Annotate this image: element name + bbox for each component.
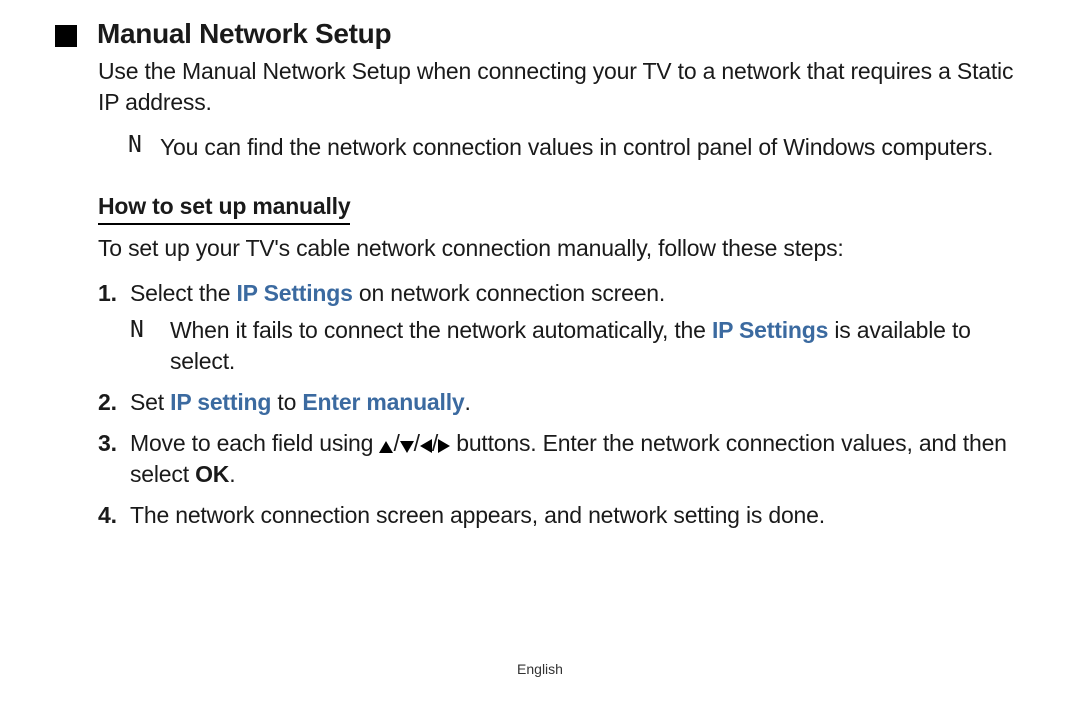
step-body: Set IP setting to Enter manually. bbox=[130, 387, 1020, 418]
text: to bbox=[271, 389, 302, 415]
step-body: Move to each field using /// buttons. En… bbox=[130, 428, 1020, 490]
step-1: 1. Select the IP Settings on network con… bbox=[98, 278, 1020, 377]
step-3: 3. Move to each field using /// buttons.… bbox=[98, 428, 1020, 490]
highlight-ip-setting: IP setting bbox=[170, 389, 271, 415]
manual-page: Manual Network Setup Use the Manual Netw… bbox=[0, 0, 1080, 705]
step-body: The network connection screen appears, a… bbox=[130, 500, 1020, 531]
highlight-enter-manually: Enter manually bbox=[302, 389, 464, 415]
lead-text: To set up your TV's cable network connec… bbox=[98, 233, 1020, 264]
arrow-down-icon bbox=[400, 441, 414, 453]
square-bullet-icon bbox=[55, 25, 77, 47]
step-body: Select the IP Settings on network connec… bbox=[130, 278, 1020, 377]
note-marker-icon: N bbox=[128, 132, 160, 163]
text: . bbox=[229, 461, 235, 487]
arrow-left-icon bbox=[420, 439, 432, 453]
arrow-up-icon bbox=[379, 441, 393, 453]
page-title: Manual Network Setup bbox=[97, 18, 391, 50]
step-1-note-text: When it fails to connect the network aut… bbox=[170, 315, 1020, 377]
step-number: 4. bbox=[98, 500, 130, 531]
intro-text: Use the Manual Network Setup when connec… bbox=[98, 56, 1020, 118]
arrow-right-icon bbox=[438, 439, 450, 453]
title-row: Manual Network Setup bbox=[55, 18, 1020, 50]
note-marker-icon: N bbox=[130, 315, 170, 377]
sub-heading: How to set up manually bbox=[98, 193, 350, 225]
step-number: 2. bbox=[98, 387, 130, 418]
highlight-ip-settings: IP Settings bbox=[712, 317, 828, 343]
text: . bbox=[465, 389, 471, 415]
step-1-note: N When it fails to connect the network a… bbox=[130, 315, 1020, 377]
highlight-ok: OK bbox=[195, 461, 229, 487]
text: When it fails to connect the network aut… bbox=[170, 317, 712, 343]
text: on network connection screen. bbox=[353, 280, 665, 306]
step-2: 2. Set IP setting to Enter manually. bbox=[98, 387, 1020, 418]
footer-language: English bbox=[0, 661, 1080, 677]
top-note: N You can find the network connection va… bbox=[128, 132, 1020, 163]
highlight-ip-settings: IP Settings bbox=[236, 280, 352, 306]
step-4: 4. The network connection screen appears… bbox=[98, 500, 1020, 531]
step-number: 3. bbox=[98, 428, 130, 490]
text: Select the bbox=[130, 280, 236, 306]
top-note-text: You can find the network connection valu… bbox=[160, 132, 993, 163]
steps-list: 1. Select the IP Settings on network con… bbox=[98, 278, 1020, 531]
text: Move to each field using bbox=[130, 430, 379, 456]
text: Set bbox=[130, 389, 170, 415]
step-number: 1. bbox=[98, 278, 130, 377]
